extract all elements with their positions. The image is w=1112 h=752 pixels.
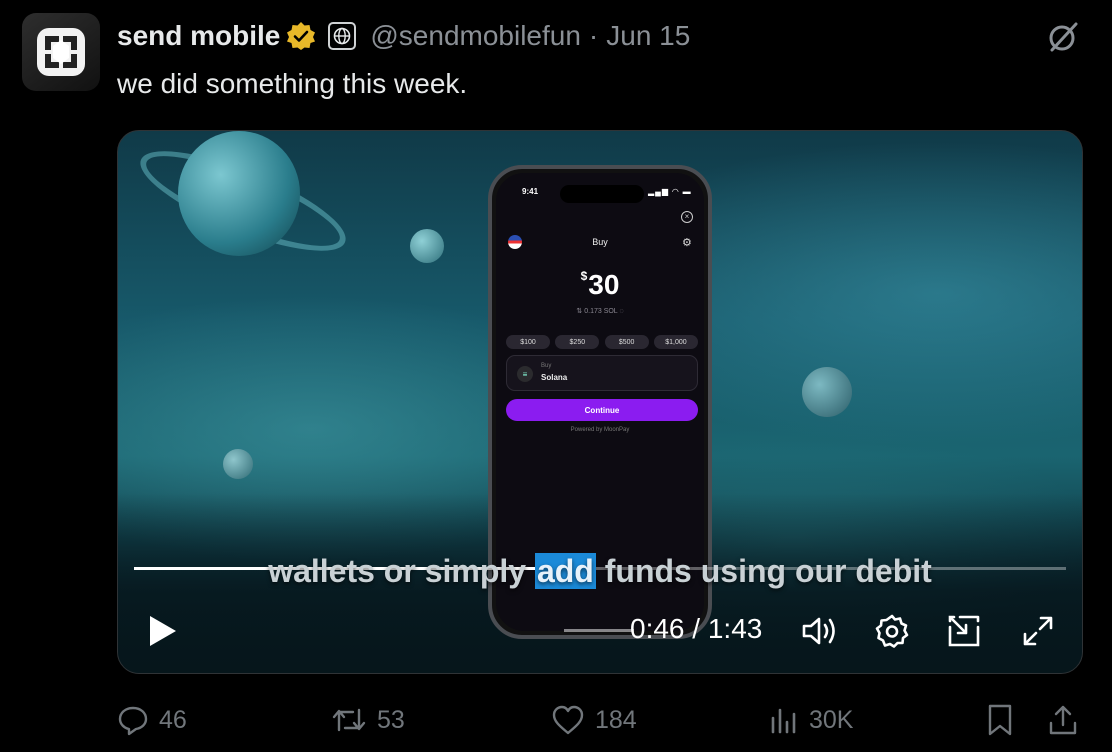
tweet-actions: 46 53 184 30K [117, 698, 1083, 742]
view-count: 30K [809, 705, 854, 734]
send-logo-icon [37, 28, 85, 76]
share-button[interactable] [1047, 698, 1089, 742]
caption-before: wallets or simply [268, 553, 535, 589]
verified-badge-icon[interactable] [286, 21, 316, 51]
small-planet [223, 449, 253, 479]
phone-status-time: 9:41 [522, 187, 539, 196]
bookmark-button[interactable] [985, 698, 1025, 742]
solana-icon: ≡ [517, 366, 533, 382]
share-icon [1049, 705, 1077, 735]
powered-by: Powered by MoonPay [570, 427, 630, 433]
phone-gear-icon: ⚙ [682, 237, 692, 249]
reply-count: 46 [159, 705, 187, 734]
reply-button[interactable]: 46 [117, 698, 187, 742]
tweet-header: send mobile @sendmobilefun · Jun 15 [117, 16, 690, 56]
views-button[interactable]: 30K [769, 698, 853, 742]
buy-amount: $30 [496, 269, 704, 301]
repost-count: 53 [377, 705, 405, 734]
pip-icon[interactable] [944, 613, 984, 649]
continue-button: Continue [506, 399, 698, 421]
asset-selector: ≡ Buy Solana [506, 355, 698, 391]
time-separator: / [684, 613, 708, 644]
preset-100: $100 [506, 335, 550, 349]
like-count: 184 [595, 705, 637, 734]
tweet-text: we did something this week. [117, 68, 468, 99]
play-icon[interactable] [144, 613, 180, 649]
small-planet [802, 367, 852, 417]
like-button[interactable]: 184 [551, 698, 637, 742]
repost-icon [332, 708, 366, 732]
reply-icon [118, 706, 148, 736]
caption-after: funds using our debit [595, 553, 932, 589]
video-time: 0:46 / 1:43 [630, 613, 762, 645]
video-player[interactable]: 9:41 ▂▄▆ ◠ ▬ × Buy ⚙ $30 ⇅ 0.173 SOL ◌ $… [117, 130, 1083, 674]
avatar[interactable] [22, 13, 100, 91]
video-duration: 1:43 [707, 613, 763, 644]
volume-slider[interactable] [564, 629, 634, 632]
affiliate-globe-icon[interactable] [328, 22, 357, 50]
like-icon [552, 705, 584, 735]
currency-symbol: $ [580, 269, 588, 283]
asset-kicker: Buy [541, 363, 552, 369]
preset-250: $250 [555, 335, 600, 349]
tweet-date[interactable]: Jun 15 [606, 20, 690, 52]
preset-1000: $1,000 [653, 335, 698, 349]
current-time: 0:46 [630, 613, 685, 644]
close-icon: × [681, 211, 693, 223]
video-controls: 0:46 / 1:43 [118, 601, 1082, 661]
amount-value: 30 [588, 269, 620, 300]
video-caption: wallets or simply add funds using our de… [118, 553, 1082, 590]
author-name[interactable]: send mobile [117, 20, 280, 52]
preset-500: $500 [604, 335, 649, 349]
views-icon [771, 708, 796, 734]
fullscreen-icon[interactable] [1018, 613, 1058, 649]
phone-status-icons: ▂▄▆ ◠ ▬ [648, 187, 692, 196]
settings-icon[interactable] [872, 613, 912, 649]
asset-name: Solana [541, 373, 568, 382]
meta-separator: · [588, 20, 599, 51]
ringed-planet [178, 131, 300, 256]
volume-icon[interactable] [800, 613, 840, 649]
phone-screen-title: Buy [592, 237, 608, 247]
small-planet [410, 229, 444, 263]
sol-estimate-value: 0.173 SOL [584, 308, 618, 315]
grok-icon[interactable] [1046, 20, 1080, 54]
amount-presets: $100 $250 $500 $1,000 [506, 335, 698, 349]
sol-estimate: ⇅ 0.173 SOL ◌ [576, 308, 624, 315]
dynamic-island [560, 185, 644, 203]
repost-button[interactable]: 53 [331, 698, 405, 742]
bookmark-icon [988, 704, 1012, 736]
caption-highlight: add [534, 553, 596, 589]
author-handle[interactable]: @sendmobilefun [370, 20, 581, 52]
